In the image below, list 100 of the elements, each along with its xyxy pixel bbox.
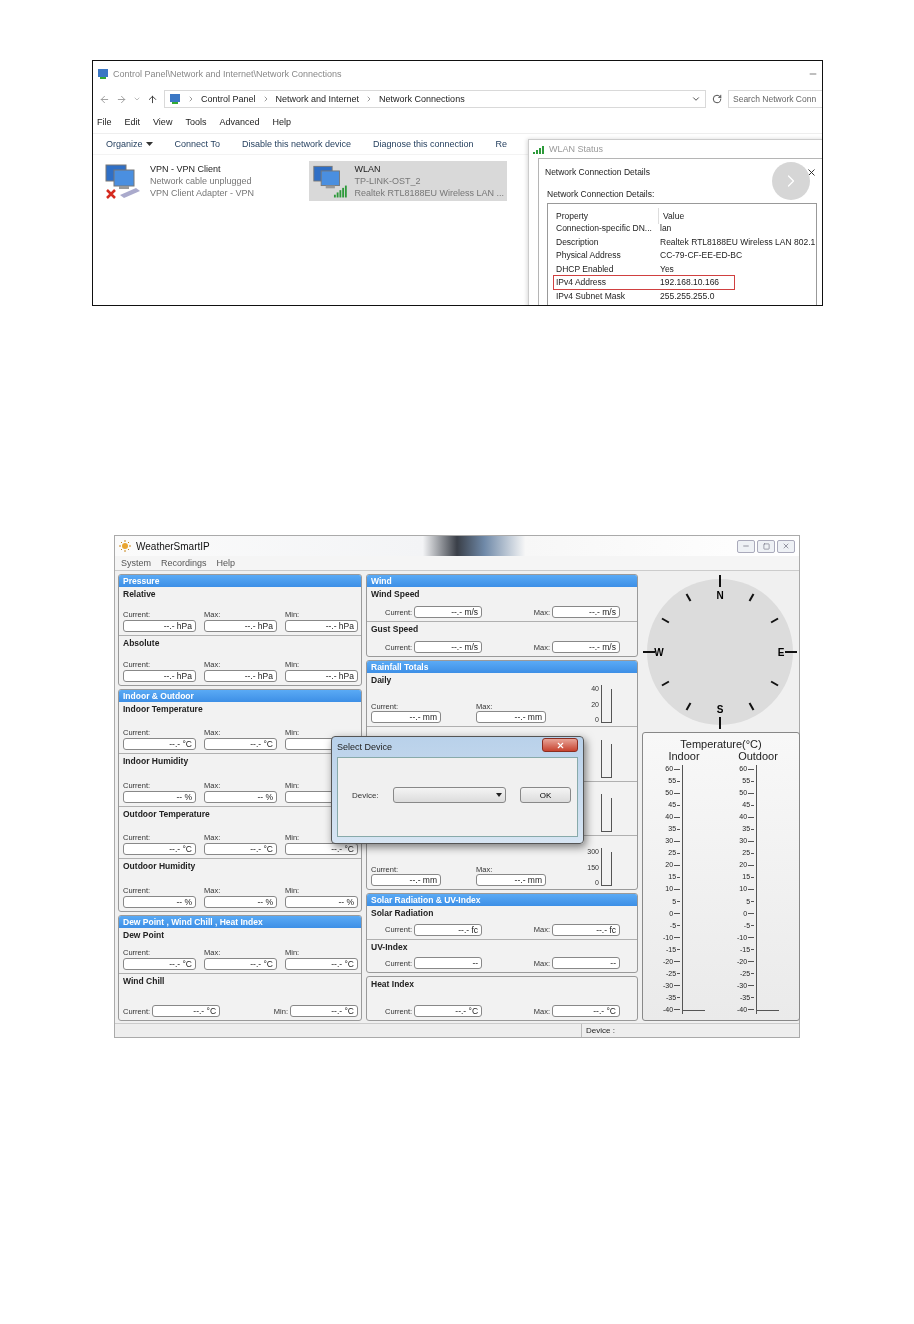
- chevron-icon: [187, 95, 195, 103]
- minimize-button[interactable]: [737, 539, 755, 553]
- value-field: --.- °C: [414, 1005, 483, 1017]
- refresh-icon[interactable]: [712, 94, 722, 104]
- value-field: --.- °C: [204, 738, 277, 750]
- section-label: Indoor Humidity: [123, 756, 190, 766]
- section-label: Relative: [123, 589, 157, 599]
- panel-title: Pressure: [119, 575, 361, 587]
- breadcrumb-item[interactable]: Control Panel: [201, 94, 256, 104]
- value-field: --.- mm: [476, 711, 546, 724]
- value-field: --.- hPa: [204, 620, 277, 633]
- connection-status: TP-LINK-OST_2: [354, 175, 422, 187]
- menu-item[interactable]: Help: [216, 558, 236, 568]
- sun-icon: [119, 540, 132, 552]
- section-label: Gust Speed: [371, 624, 420, 634]
- table-cell-text: 192.168.10.166: [659, 277, 721, 288]
- connection-name: WLAN: [354, 163, 382, 175]
- control-panel-icon: [169, 93, 181, 105]
- panel-title: Temperature(°C): [680, 738, 762, 750]
- toolbar-button[interactable]: Connect To: [174, 139, 220, 149]
- breadcrumb-item[interactable]: Network and Internet: [275, 94, 360, 104]
- maximize-button[interactable]: [757, 539, 775, 553]
- section-label: Solar Radiation: [371, 908, 435, 918]
- menu-item[interactable]: Advanced: [219, 117, 260, 127]
- value-field: --.- °C: [123, 843, 196, 855]
- breadcrumb-item[interactable]: Network Connections: [379, 94, 465, 104]
- adapter-name: Realtek RTL8188EU Wireless LAN ...: [354, 187, 504, 199]
- compass-letter: E: [777, 647, 785, 658]
- value-field: --.- m/s: [414, 641, 483, 653]
- wireless-network-icon: [312, 163, 349, 199]
- window-title: WLAN Status: [549, 144, 604, 154]
- menu-item[interactable]: File: [97, 117, 112, 127]
- table-cell-text: Physical Address: [555, 250, 622, 261]
- menu-item[interactable]: View: [153, 117, 173, 127]
- search-field[interactable]: Search Network Conn: [728, 90, 822, 108]
- address-bar[interactable]: Control Panel Network and Internet Network Connections: [164, 90, 706, 108]
- value-field: --.- fc: [552, 923, 620, 936]
- value-field: --.- hPa: [123, 620, 196, 633]
- value-field: --.- mm: [476, 874, 546, 886]
- menu-item[interactable]: Edit: [124, 117, 141, 127]
- value-field: --: [414, 957, 483, 969]
- rain-gauge-drawing: [601, 793, 612, 832]
- recent-icon[interactable]: [133, 95, 141, 103]
- up-icon[interactable]: [147, 93, 158, 105]
- connection-item[interactable]: WLAN TP-LINK-OST_2 Realtek RTL8188EU Wireless LAN ...: [309, 161, 507, 201]
- caption: Network Connection Details:: [547, 189, 655, 199]
- device-dropdown[interactable]: [392, 787, 506, 803]
- menu-item[interactable]: System: [121, 558, 151, 568]
- section-label: UV-Index: [371, 941, 409, 952]
- connection-status: Network cable unplugged: [150, 175, 253, 187]
- compass-letter: W: [654, 647, 664, 658]
- value-field: --.- °C: [290, 1005, 358, 1017]
- section-label: Outdoor Temperature: [123, 808, 211, 819]
- section-label: Wind Speed: [371, 589, 421, 599]
- forward-icon[interactable]: [116, 93, 127, 105]
- value-field: --.- °C: [123, 958, 196, 971]
- panel-title: Wind: [367, 575, 637, 587]
- connection-name: VPN - VPN Client: [150, 163, 222, 175]
- section-label: Daily: [371, 675, 393, 685]
- field-label: Device:: [352, 790, 379, 800]
- compass-letter: S: [716, 704, 724, 715]
- section-label: Wind Chill: [123, 976, 166, 987]
- section-label: Absolute: [123, 638, 161, 649]
- value-field: -- %: [123, 790, 196, 803]
- toolbar-button[interactable]: Disable this network device: [241, 139, 351, 149]
- caret-icon: [145, 142, 153, 146]
- close-button[interactable]: [777, 539, 795, 553]
- value-field: --.- m/s: [552, 606, 620, 618]
- value-field: -- %: [204, 790, 277, 803]
- value-field: --.- °C: [204, 958, 277, 971]
- minimize-icon: [742, 542, 750, 550]
- adapter-name: VPN Client Adapter - VPN: [150, 187, 255, 199]
- rain-gauge-drawing: [601, 848, 612, 886]
- section-label: Dew Point: [123, 929, 166, 940]
- table-cell-text: CC-79-CF-EE-ED-BC: [659, 250, 744, 261]
- menu-item[interactable]: Recordings: [161, 558, 207, 568]
- table-cell-text: lan: [659, 223, 673, 234]
- connection-item[interactable]: VPN - VPN Client Network cable unplugged VPN Client Adapter - VPN: [101, 161, 299, 201]
- column-label: Outdoor: [738, 750, 778, 762]
- value-field: --.- °C: [204, 843, 277, 855]
- value-field: --.- hPa: [285, 620, 358, 633]
- back-icon[interactable]: [99, 93, 110, 105]
- close-icon: [782, 542, 790, 550]
- status-text: Device :: [581, 1024, 615, 1037]
- table-cell-text: Description: [555, 236, 600, 247]
- table-cell-text: Connection-specific DN...: [555, 223, 653, 234]
- section-label: Outdoor Humidity: [123, 861, 197, 871]
- window-title: Network Connection Details: [545, 167, 650, 177]
- menu-item[interactable]: Help: [272, 117, 291, 127]
- toolbar-button[interactable]: Organize: [106, 139, 153, 149]
- value-field: --.- °C: [123, 738, 196, 750]
- value-field: --.- mm: [371, 874, 441, 886]
- caret-icon: [495, 793, 502, 797]
- toolbar-button[interactable]: Re: [495, 139, 508, 149]
- table-cell-text: DHCP Enabled: [555, 263, 615, 274]
- dropdown-icon[interactable]: [691, 94, 701, 104]
- ok-button[interactable]: OK: [519, 787, 571, 803]
- menu-item[interactable]: Tools: [185, 117, 207, 127]
- toolbar-button[interactable]: Diagnose this connection: [372, 139, 474, 149]
- close-button[interactable]: [542, 738, 578, 752]
